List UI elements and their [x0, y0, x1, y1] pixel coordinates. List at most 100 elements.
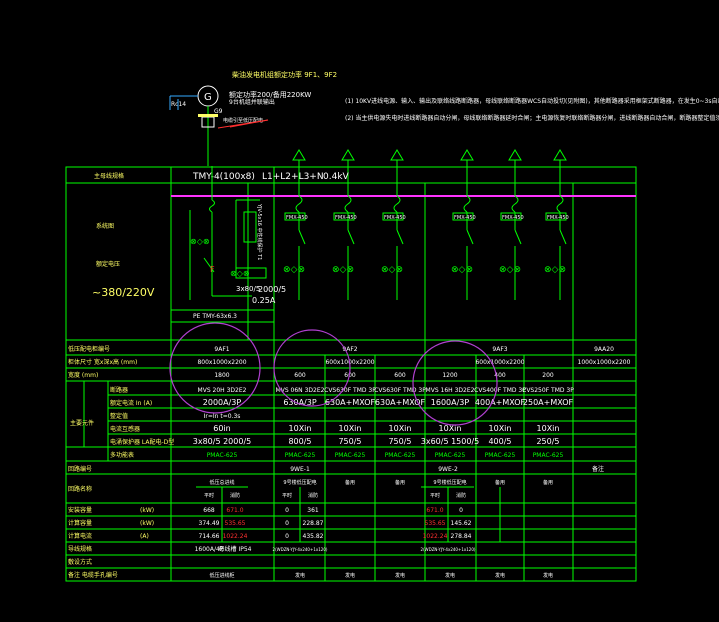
- feeder-branch: FMX-450 ⊗◇⊗: [381, 149, 406, 300]
- sub-head: 平时: [282, 492, 292, 499]
- value-calc: 374.49: [199, 520, 220, 527]
- cell-meter: PMAC-625: [533, 452, 564, 459]
- circuit-name: 备用: [395, 479, 405, 486]
- row-size: 柜体尺寸 宽x深x高 (mm): [68, 358, 137, 366]
- cell-ct: 60in: [213, 424, 230, 433]
- note-line-1: (1) 10KV进线电源、输入、输出及联络线路断路器，母线联络断路器WCS自动投…: [345, 97, 719, 105]
- row-calc-cap: 计算容量: [68, 519, 92, 527]
- feeder-branch: FMX-450 ⊗◇⊗: [499, 149, 524, 300]
- cell-ct_ratio: 250/5: [536, 437, 559, 446]
- generator-block: 柴油发电机组额定功率 9F1、9F2 G G9 额定功率200/备用220KW …: [169, 70, 337, 166]
- row-unit-a: (A): [140, 533, 149, 540]
- value-calc: 228.87: [303, 520, 324, 527]
- value-calc: 0: [285, 520, 289, 527]
- cell-meter: PMAC-625: [435, 452, 466, 459]
- value-install: 0: [285, 507, 289, 514]
- switch-icon: [466, 229, 474, 245]
- cell-panel: 9AF1: [214, 346, 229, 353]
- sub-head: 平时: [430, 492, 440, 499]
- value-install: 361: [307, 507, 319, 514]
- bus-phases: L1+L2+L3+N: [262, 172, 324, 182]
- value-current: 1022.24: [423, 533, 448, 540]
- cell-breaker: MVS 20H 3D2E2: [198, 387, 247, 394]
- breaker-tag: FMX-450: [384, 215, 406, 221]
- value-current: 278.84: [451, 533, 472, 540]
- cable-spec: 母线槽 IP54: [219, 545, 252, 553]
- cell-setting: Ir=In t=0.3s: [204, 413, 241, 420]
- cell-ct: 10Xin: [389, 424, 412, 433]
- sub-head: 平时: [204, 492, 214, 499]
- ct-icon: ⊗◇⊗: [544, 265, 566, 275]
- sub-head: 消防: [456, 492, 466, 499]
- ct-icon: ⊗◇⊗: [190, 237, 210, 246]
- cell-ct_ratio: 3x80/5 2000/5: [193, 437, 251, 446]
- value-current: 435.82: [303, 533, 324, 540]
- arrow-up-icon: [508, 149, 522, 161]
- generator-power: 额定功率200/备用220KW: [229, 90, 311, 99]
- cell-ct: 10Xin: [289, 424, 312, 433]
- cell-panel: 9AA20: [594, 346, 614, 353]
- switch-icon: [347, 229, 355, 245]
- generator-title: 柴油发电机组额定功率 9F1、9F2: [232, 70, 337, 79]
- generator-name: G9: [214, 108, 223, 115]
- cell-in: 400A+MXOF: [475, 398, 526, 407]
- row-calc-current: 计算电流: [68, 532, 92, 540]
- arrow-up-icon: [341, 149, 355, 161]
- highlight-circle: [412, 340, 498, 426]
- circuit-name: 备用: [345, 479, 355, 486]
- cell-width: 200: [542, 372, 554, 379]
- row-diagram: 系统图: [96, 222, 114, 230]
- cell-panel: 9AF3: [492, 346, 507, 353]
- circuit-name: 低压总进线: [209, 479, 234, 486]
- ct-prefix: 3x80/5: [236, 285, 260, 293]
- value-install: 668: [203, 507, 215, 514]
- breaker-tag: FMX-450: [335, 215, 357, 221]
- row-width: 宽度 (mm): [68, 371, 98, 379]
- cell-ct_ratio: 400/5: [488, 437, 511, 446]
- ct-icon: ⊗◇⊗: [332, 265, 354, 275]
- row-install-cap: 安装容量: [68, 506, 92, 514]
- fuse-rating: 0.25A: [252, 296, 276, 305]
- cell-ct_ratio: 750/5: [388, 437, 411, 446]
- circuit-no: 9WE-2: [438, 466, 458, 473]
- cable-spec: 2(WDZN-YJY-4x240+1x120): [421, 547, 476, 552]
- cell-ct_ratio: 800/5: [288, 437, 311, 446]
- cell-size: 800x1000x2200: [197, 359, 246, 366]
- row-breaker: 断路器: [110, 386, 128, 394]
- arrow-up-icon: [292, 149, 306, 161]
- row-voltage-label: 额定电压: [96, 260, 120, 268]
- row-laying: 敷设方式: [68, 558, 92, 566]
- arrow-up-icon: [460, 149, 474, 161]
- cell-in: 250A+MXOF: [523, 398, 574, 407]
- cell-breaker: CVS400F TMD 3P: [474, 387, 526, 394]
- far-right-note: 备注: [592, 465, 604, 473]
- row-cable: 导线规格: [68, 545, 92, 553]
- cell-meter: PMAC-625: [285, 452, 316, 459]
- value-current: 714.66: [199, 533, 220, 540]
- pe-label: PE TMY-63x6.3: [193, 313, 237, 320]
- bus-voltage: 0.4kV: [323, 172, 350, 182]
- value-current: 1022.24: [223, 533, 248, 540]
- cell-width: 1800: [214, 372, 229, 379]
- ct-ratio: 2000/5: [258, 285, 286, 294]
- cell-width: 600: [394, 372, 406, 379]
- generator-left-label: Rc14: [171, 101, 186, 108]
- row-unit-kw2: (kW): [140, 520, 154, 527]
- value-install: 0: [459, 507, 463, 514]
- remark: 发电: [543, 572, 553, 579]
- feeder-branch: FMX-450 ⊗◇⊗: [544, 149, 569, 300]
- incoming-panel: [189, 166, 267, 300]
- remark: 发电: [445, 572, 455, 579]
- row-ct: 电流互感器: [110, 425, 140, 433]
- row-meter: 多功能表: [110, 451, 134, 459]
- row-unit-kw1: (kW): [140, 507, 154, 514]
- value-current: 0: [285, 533, 289, 540]
- diagram-svg: 柴油发电机组额定功率 9F1、9F2 G G9 额定功率200/备用220KW …: [65, 70, 719, 582]
- value-install: 671.0: [426, 507, 443, 514]
- remark: 发电: [345, 572, 355, 579]
- value-calc: 535.65: [425, 520, 446, 527]
- switch-icon: [514, 229, 522, 245]
- ct-icon: ⊗◇⊗: [230, 269, 250, 278]
- value-calc: 145.62: [451, 520, 472, 527]
- cable-spec: 2(WDZN-YJY-4x240+1x120): [273, 547, 328, 552]
